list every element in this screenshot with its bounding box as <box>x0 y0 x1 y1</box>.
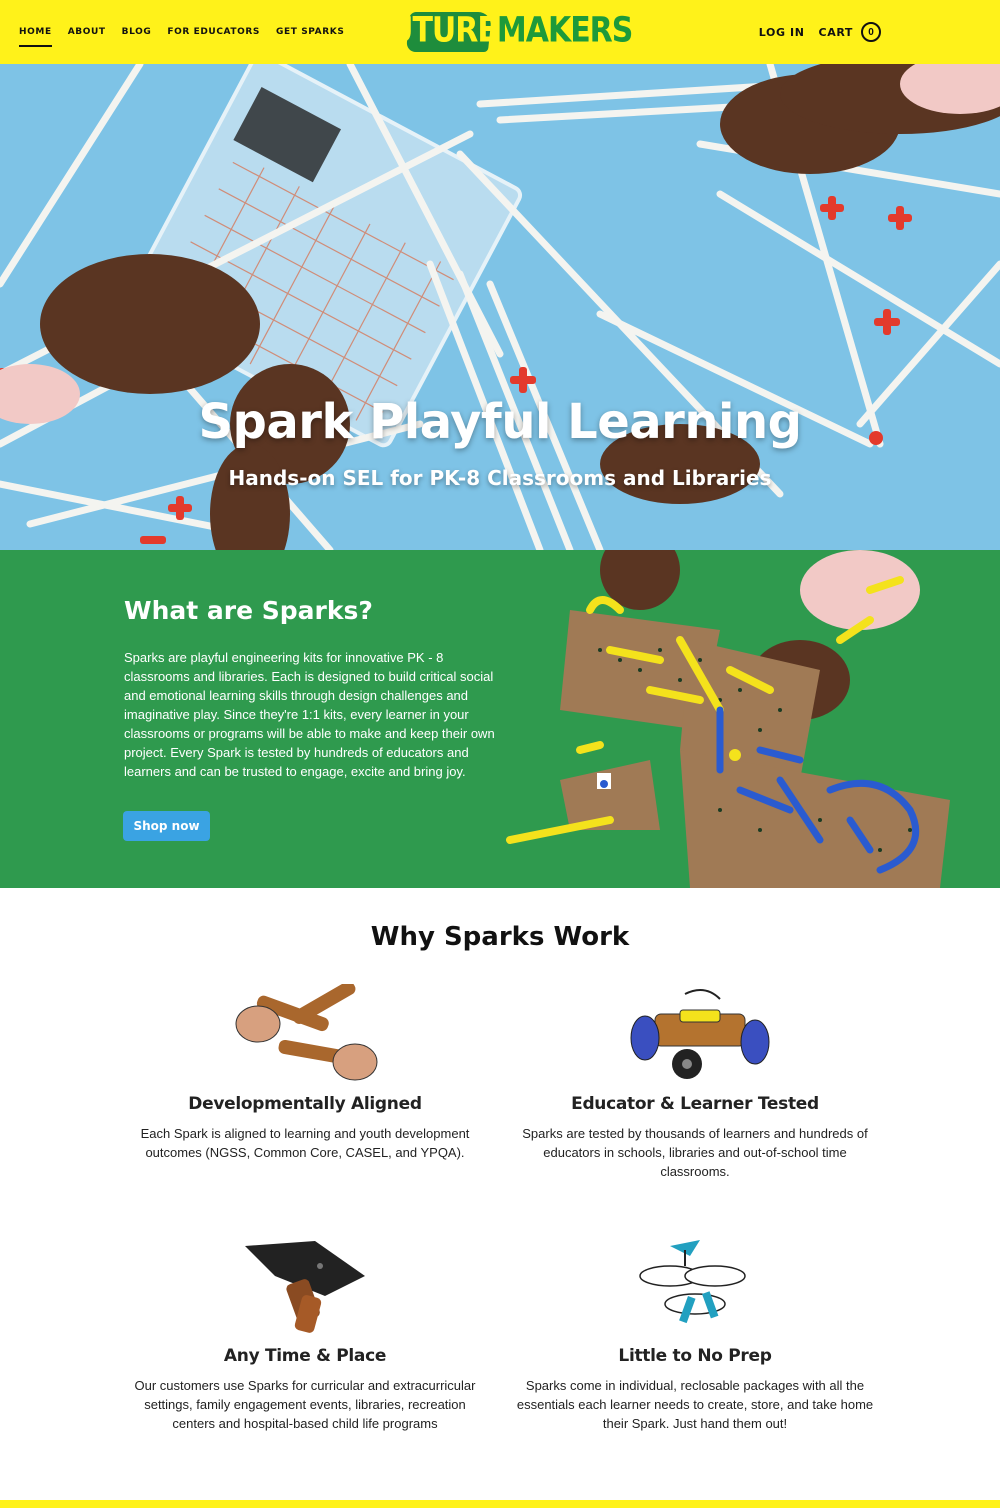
paddle-illustration <box>115 1236 495 1346</box>
logo-word-makers: MAKERS <box>496 9 634 51</box>
feature-title: Educator & Learner Tested <box>571 1094 819 1114</box>
what-description: Sparks are playful engineering kits for … <box>124 650 495 779</box>
feature-text: Our customers use Sparks for curricular … <box>134 1378 476 1431</box>
feature-educator-learner-tested: Educator & Learner Tested Sparks are tes… <box>505 984 885 1181</box>
futuremakers-logo[interactable]: FUTURE MAKERS <box>370 6 633 54</box>
nav-home[interactable]: HOME <box>19 23 52 47</box>
account-area: LOG IN CART 0 <box>759 0 881 64</box>
feature-title: Any Time & Place <box>223 1346 387 1366</box>
nav-for-educators[interactable]: FOR EDUCATORS <box>167 23 260 41</box>
nav-get-sparks[interactable]: GET SPARKS <box>276 23 344 41</box>
what-are-sparks-section: What are Sparks? Sparks are playful engi… <box>0 550 1000 888</box>
car-illustration <box>505 984 885 1094</box>
feature-little-to-no-prep: Little to No Prep Sparks come in individ… <box>505 1236 885 1433</box>
spinner-illustration <box>505 1236 885 1346</box>
cart-count-badge[interactable]: 0 <box>861 22 881 42</box>
nav-about[interactable]: ABOUT <box>68 23 106 41</box>
feature-title: Little to No Prep <box>618 1346 772 1366</box>
what-title: What are Sparks? <box>124 596 373 625</box>
main-nav: HOME ABOUT BLOG FOR EDUCATORS GET SPARKS <box>19 0 344 64</box>
feature-any-time-place: Any Time & Place Our customers use Spark… <box>115 1236 495 1433</box>
site-header: HOME ABOUT BLOG FOR EDUCATORS GET SPARKS… <box>0 0 1000 64</box>
pegboard-hands-illustration <box>115 981 495 1094</box>
footer-bar <box>0 1500 1000 1508</box>
hero-banner: Spark Playful Learning Hands-on SEL for … <box>0 64 1000 550</box>
shop-now-button[interactable]: Shop now <box>123 811 210 841</box>
cart-link[interactable]: CART <box>819 26 853 39</box>
feature-title: Developmentally Aligned <box>188 1094 422 1114</box>
feature-text: Sparks come in individual, reclosable pa… <box>516 1378 874 1431</box>
nav-blog[interactable]: BLOG <box>122 23 152 41</box>
feature-developmentally-aligned: Developmentally Aligned Each Spark is al… <box>115 981 495 1162</box>
hero-subtitle: Hands-on SEL for PK-8 Classrooms and Lib… <box>228 466 772 490</box>
why-title: Why Sparks Work <box>370 922 630 952</box>
feature-text: Sparks are tested by thousands of learne… <box>522 1126 868 1179</box>
hero-title: Spark Playful Learning <box>198 394 802 450</box>
logo-word-future: FUTURE <box>369 9 498 51</box>
feature-text: Each Spark is aligned to learning and yo… <box>140 1126 470 1160</box>
login-link[interactable]: LOG IN <box>759 26 805 39</box>
